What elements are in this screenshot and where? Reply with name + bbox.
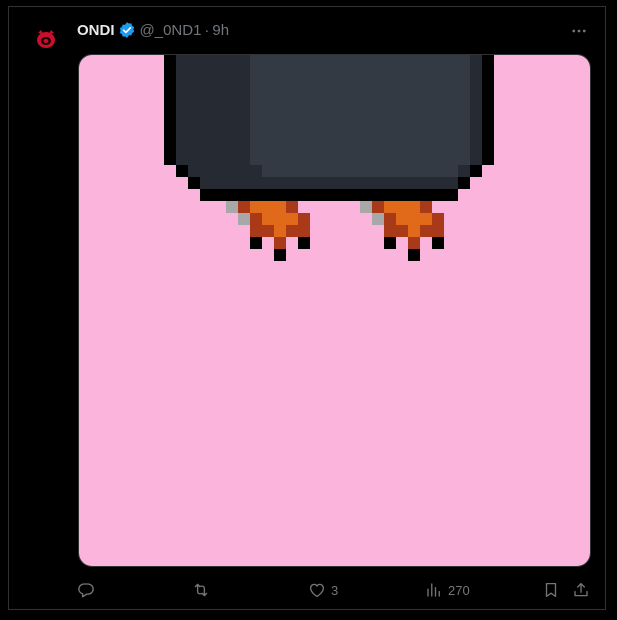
share-icon [574, 582, 588, 597]
more-horizontal-icon [572, 29, 586, 33]
like-count: 3 [331, 582, 339, 598]
views-icon [427, 583, 440, 597]
author-handle[interactable]: @_0ND1 [140, 22, 202, 39]
author-avatar[interactable] [34, 26, 58, 50]
pixel-art-creature-image [79, 55, 590, 566]
bookmark-button[interactable] [542, 579, 560, 601]
reply-icon [78, 583, 94, 598]
post-media-image[interactable] [78, 54, 591, 567]
more-options-button[interactable] [569, 21, 589, 41]
author-name[interactable]: ONDI [77, 22, 115, 39]
reply-button[interactable] [77, 579, 100, 601]
tweet-actions-bar: 3 270 [77, 579, 595, 601]
like-button[interactable]: 3 [308, 579, 338, 601]
separator-dot: · [204, 21, 210, 39]
share-button[interactable] [572, 579, 590, 601]
repost-button[interactable] [192, 579, 215, 601]
heart-icon [309, 583, 325, 598]
red-creature-avatar-icon [37, 30, 55, 48]
repost-icon [194, 583, 208, 597]
views-button[interactable]: 270 [425, 579, 470, 601]
views-count: 270 [448, 582, 470, 598]
tweet-header: ONDI @_0ND1 · 9h [77, 20, 229, 40]
post-time[interactable]: 9h [212, 22, 229, 39]
bookmark-icon [545, 582, 557, 598]
verified-badge-icon [118, 21, 136, 39]
tweet-card[interactable]: ONDI @_0ND1 · 9h 3 270 [8, 6, 606, 610]
